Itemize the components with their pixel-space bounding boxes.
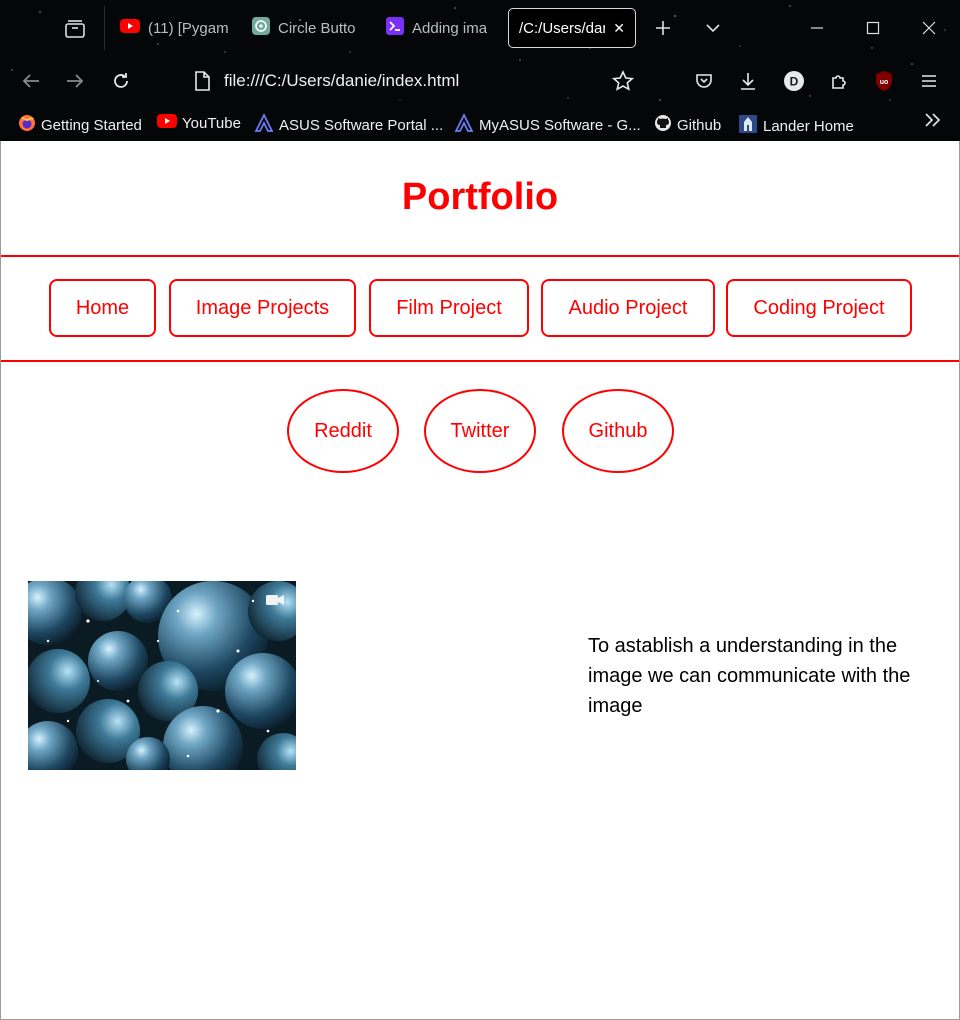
- glass-bubbles-image: [28, 581, 296, 770]
- nav-button-coding-project[interactable]: Coding Project: [726, 279, 912, 337]
- firefox-icon: [18, 114, 36, 136]
- tab-chatgpt[interactable]: Circle Butto: [252, 8, 356, 48]
- bookmark-getting-started[interactable]: Getting Started: [18, 114, 142, 136]
- profile-avatar-icon[interactable]: D: [781, 68, 807, 94]
- nav-button-audio-project[interactable]: Audio Project: [541, 279, 715, 337]
- tab-bar: (11) [Pygam Circle Butto Adding ima /C:/…: [0, 0, 960, 56]
- image-description: To astablish a understanding in the imag…: [588, 635, 911, 717]
- youtube-icon: [157, 114, 177, 132]
- hamburger-menu-icon[interactable]: [916, 68, 942, 94]
- bookmark-star-icon[interactable]: [610, 68, 636, 94]
- nav-button-image-projects[interactable]: Image Projects: [169, 279, 356, 337]
- pocket-icon[interactable]: [691, 68, 717, 94]
- reload-icon[interactable]: [108, 68, 134, 94]
- asus-icon: [254, 112, 274, 136]
- extensions-puzzle-icon[interactable]: [826, 68, 852, 94]
- page-title: Portfolio: [401, 176, 559, 218]
- bookmark-label: Lander Home: [763, 117, 854, 135]
- bookmark-label: MyASUS Software - G...: [479, 116, 641, 134]
- bookmark-lander-home[interactable]: Lander Home: [738, 114, 854, 138]
- bookmark-youtube[interactable]: YouTube: [157, 114, 241, 132]
- social-link-github[interactable]: Github: [562, 389, 674, 473]
- minimize-icon[interactable]: [802, 14, 832, 42]
- video-camera-icon: [266, 593, 284, 611]
- bookmark-label: YouTube: [182, 114, 241, 132]
- github-icon: [654, 114, 672, 136]
- page-file-icon: [193, 70, 211, 97]
- download-icon[interactable]: [735, 68, 761, 94]
- social-link-reddit[interactable]: Reddit: [287, 389, 399, 473]
- new-tab-icon[interactable]: [648, 14, 678, 42]
- social-link-twitter[interactable]: Twitter: [424, 389, 536, 473]
- youtube-icon: [120, 19, 140, 37]
- chevron-down-icon[interactable]: [698, 14, 728, 42]
- top-divider: [1, 255, 959, 257]
- maximize-icon[interactable]: [858, 14, 888, 42]
- nav-button-home[interactable]: Home: [49, 279, 156, 337]
- tab-title: (11) [Pygam: [148, 19, 228, 37]
- bookmark-label: Getting Started: [41, 116, 142, 134]
- close-window-icon[interactable]: [914, 14, 944, 42]
- bookmark-label: Github: [677, 116, 722, 134]
- chatgpt-icon: [252, 17, 270, 39]
- navigation-toolbar: D uo: [0, 58, 960, 104]
- svg-text:uo: uo: [880, 79, 889, 86]
- terminal-icon: [386, 17, 404, 39]
- web-page: Portfolio Home Image Projects Film Proje…: [0, 141, 960, 1020]
- tab-title: Adding ima: [412, 19, 488, 37]
- back-arrow-icon[interactable]: [18, 68, 44, 94]
- tab-adding-images[interactable]: Adding ima: [386, 8, 490, 48]
- more-bookmarks-chevron-icon[interactable]: [924, 112, 942, 128]
- ublock-origin-icon[interactable]: uo: [871, 68, 897, 94]
- bookmark-github[interactable]: Github: [654, 114, 721, 136]
- tab-title: /C:/Users/dan: [519, 19, 605, 37]
- bubbles-video[interactable]: [28, 581, 296, 770]
- tab-youtube[interactable]: (11) [Pygam: [120, 8, 228, 48]
- bookmarks-toolbar: Getting Started YouTube ASUS Software Po…: [0, 108, 960, 138]
- close-tab-icon[interactable]: ✕: [613, 20, 625, 37]
- tab-overview-icon[interactable]: [62, 16, 88, 42]
- bottom-divider: [1, 360, 959, 362]
- forward-arrow-icon[interactable]: [62, 68, 88, 94]
- svg-text:D: D: [790, 75, 799, 89]
- bookmark-label: ASUS Software Portal ...: [279, 116, 444, 134]
- tab-separator: [104, 6, 105, 50]
- bookmark-myasus-software[interactable]: MyASUS Software - G...: [454, 112, 641, 136]
- lander-icon: [738, 114, 758, 138]
- browser-chrome: (11) [Pygam Circle Butto Adding ima /C:/…: [0, 0, 960, 141]
- tab-title: Circle Butto: [278, 19, 356, 37]
- url-bar[interactable]: file:///C:/Users/danie/index.html: [224, 71, 459, 91]
- tab-active-index[interactable]: /C:/Users/dan ✕: [508, 8, 636, 48]
- nav-button-film-project[interactable]: Film Project: [369, 279, 529, 337]
- asus-icon: [454, 112, 474, 136]
- bookmark-asus-software-portal[interactable]: ASUS Software Portal ...: [254, 112, 444, 136]
